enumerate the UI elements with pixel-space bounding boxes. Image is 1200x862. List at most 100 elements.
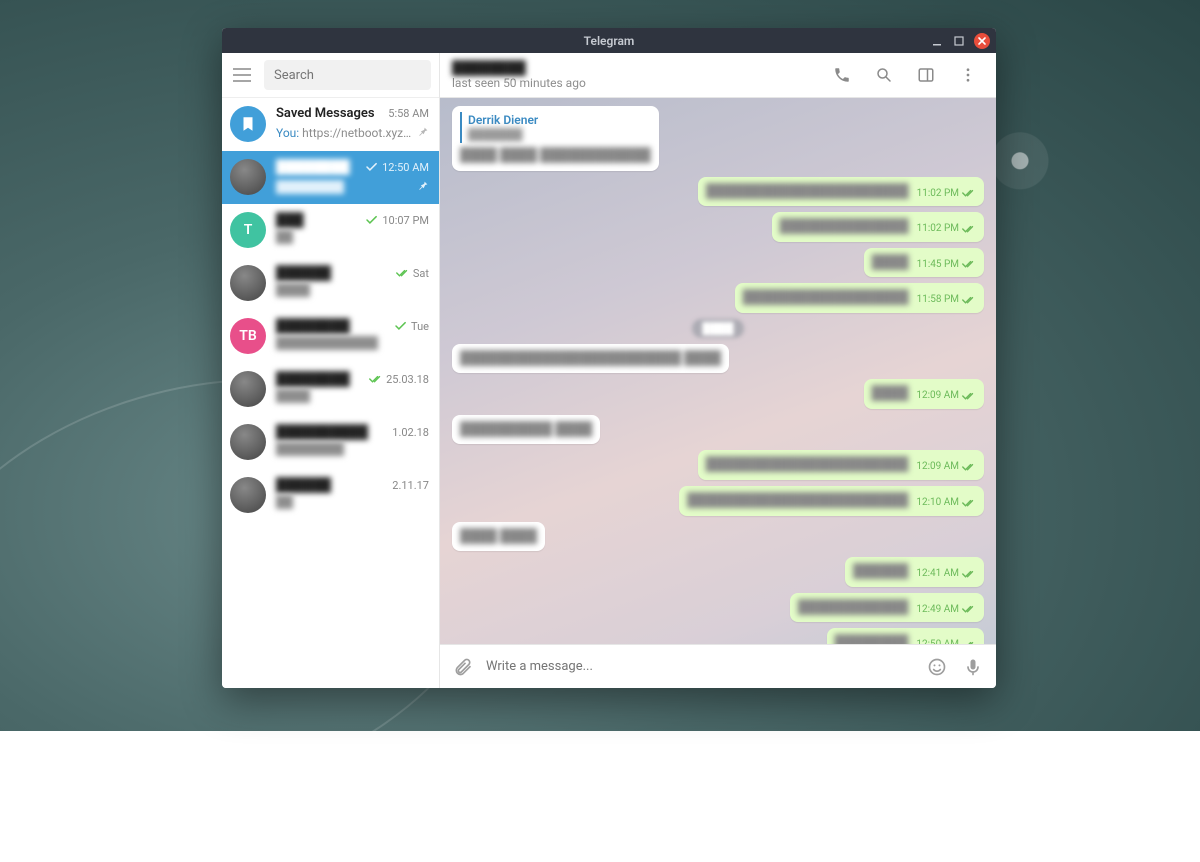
message-body: ██████████████████████ [706, 183, 909, 201]
attach-button[interactable] [450, 654, 476, 680]
outgoing-message[interactable]: ████████████12:49 AM [790, 593, 984, 623]
composer [440, 644, 996, 688]
chat-name: ████████ [276, 159, 350, 175]
message-body: ██████████████ [780, 218, 909, 236]
incoming-message[interactable]: ██████████ ████ [452, 415, 600, 445]
chat-list-item[interactable]: ██████2.11.17██ [222, 469, 439, 522]
chat-list: Saved Messages 5:58 AM You: https://netboo… [222, 98, 439, 688]
message-timestamp: 11:02 PM [917, 222, 976, 236]
outgoing-message[interactable]: ██████████████████ 11:58 PM [735, 283, 984, 313]
chat-preview: ████████ [276, 442, 344, 456]
close-button[interactable] [974, 33, 990, 49]
avatar: TB [230, 318, 266, 354]
message-body: ████████ [835, 634, 909, 644]
chat-list-item[interactable]: T ███ 10:07 PM ██ [222, 204, 439, 257]
outgoing-message[interactable]: ████████ 12:50 AM [827, 628, 984, 644]
chat-preview: ████████████ [276, 336, 378, 350]
window-titlebar[interactable]: Telegram [222, 28, 996, 53]
outgoing-message[interactable]: ████████████████████████12:10 AM [679, 486, 984, 516]
outgoing-message[interactable]: ██████████████████████ 11:02 PM [698, 177, 984, 207]
message-body: ██████████████████████ [706, 456, 909, 474]
chat-time: 5:58 AM [388, 107, 429, 120]
message-timestamp: 11:58 PM [917, 293, 976, 307]
outgoing-message[interactable]: ████ 12:09 AM [864, 379, 984, 409]
chat-title: ████████ [452, 60, 816, 76]
chat-list-item[interactable]: ██████████ 1.02.18 ████████ [222, 416, 439, 469]
incoming-message[interactable]: Derrik Diener███████ ████ ████ ██████████… [452, 106, 659, 171]
chat-pane: ████████ last seen 50 minutes ago Derrik… [440, 53, 996, 688]
chat-name: ██████████ [276, 424, 368, 440]
chat-name: ████████ [276, 371, 350, 387]
window-controls [930, 28, 990, 53]
reply-name: Derrik Diener [468, 112, 651, 128]
message-timestamp: 12:41 AM [916, 567, 976, 581]
message-body: ████ [872, 254, 909, 272]
chat-title-area[interactable]: ████████ last seen 50 minutes ago [452, 60, 816, 90]
chat-name: ███ [276, 212, 304, 228]
chat-preview: ████████ [276, 180, 344, 194]
search-in-chat-button[interactable] [868, 59, 900, 91]
window-title: Telegram [584, 34, 635, 48]
avatar [230, 477, 266, 513]
message-body: ████████████████████████ ████ [460, 351, 721, 366]
menu-button[interactable] [228, 61, 256, 89]
emoji-button[interactable] [924, 654, 950, 680]
chat-header: ████████ last seen 50 minutes ago [440, 53, 996, 98]
messages-area[interactable]: Derrik Diener███████████ ████ ██████████… [440, 98, 996, 644]
search-input-wrapper[interactable] [264, 60, 431, 90]
maximize-button[interactable] [952, 34, 966, 48]
message-body: ██████ [853, 563, 908, 581]
outgoing-message[interactable]: ████ 11:45 PM [864, 248, 984, 278]
call-button[interactable] [826, 59, 858, 91]
message-body: ████ ████ ████████████ [460, 148, 651, 163]
chat-name: ████████ [276, 318, 350, 334]
avatar [230, 106, 266, 142]
voice-button[interactable] [960, 654, 986, 680]
pin-icon [416, 123, 429, 142]
message-timestamp: 12:09 AM [916, 389, 976, 403]
chat-preview: ██ [276, 495, 293, 509]
avatar [230, 159, 266, 195]
chat-name: Saved Messages [276, 106, 375, 121]
message-timestamp: 12:50 AM [916, 638, 976, 644]
message-body: ██████████████████ [743, 289, 909, 307]
chat-time: 10:07 PM [365, 214, 429, 227]
chat-preview: ████ [276, 283, 310, 297]
avatar: T [230, 212, 266, 248]
reply-block: Derrik Diener███████ [460, 112, 651, 143]
chat-time: 2.11.17 [392, 479, 429, 492]
chat-list-item[interactable]: TB████████Tue████████████ [222, 310, 439, 363]
message-body: ██████████ ████ [460, 422, 592, 437]
chat-name: ██████ [276, 265, 331, 281]
chat-time: Sat [396, 267, 429, 280]
message-body: ████████████████████████ [687, 492, 908, 510]
chat-list-item[interactable]: ██████ Sat ████ [222, 257, 439, 310]
message-body: ████ [872, 385, 909, 403]
chat-list-item[interactable]: ████████12:50 AM████████ [222, 151, 439, 204]
message-input[interactable] [486, 659, 914, 674]
chat-list-item[interactable]: Saved Messages 5:58 AM You: https://netboo… [222, 98, 439, 151]
minimize-button[interactable] [930, 34, 944, 48]
incoming-message[interactable]: ████ ████ [452, 522, 545, 552]
chat-time: 25.03.18 [369, 373, 429, 386]
telegram-window: Telegram Saved Messages 5:58 AM You: https… [222, 28, 996, 688]
outgoing-message[interactable]: ██████ 12:41 AM [845, 557, 984, 587]
search-input[interactable] [274, 68, 421, 83]
chat-preview: ██ [276, 230, 293, 244]
more-menu-button[interactable] [952, 59, 984, 91]
message-timestamp: 12:09 AM [916, 460, 976, 474]
message-timestamp: 12:49 AM [916, 603, 976, 617]
chat-list-item[interactable]: ████████ 25.03.18 ████ [222, 363, 439, 416]
side-panel-button[interactable] [910, 59, 942, 91]
outgoing-message[interactable]: ██████████████████████ 12:09 AM [698, 450, 984, 480]
message-timestamp: 11:45 PM [917, 258, 976, 272]
date-badge: ████ [692, 319, 743, 338]
avatar [230, 424, 266, 460]
chat-status: last seen 50 minutes ago [452, 76, 816, 90]
message-timestamp: 11:02 PM [917, 187, 976, 201]
chat-preview: You: https://netboot.xyz... [276, 126, 412, 140]
chat-preview: ████ [276, 389, 310, 403]
chat-time: 1.02.18 [392, 426, 429, 439]
incoming-message[interactable]: ████████████████████████ ████ [452, 344, 729, 374]
outgoing-message[interactable]: ██████████████ 11:02 PM [772, 212, 984, 242]
